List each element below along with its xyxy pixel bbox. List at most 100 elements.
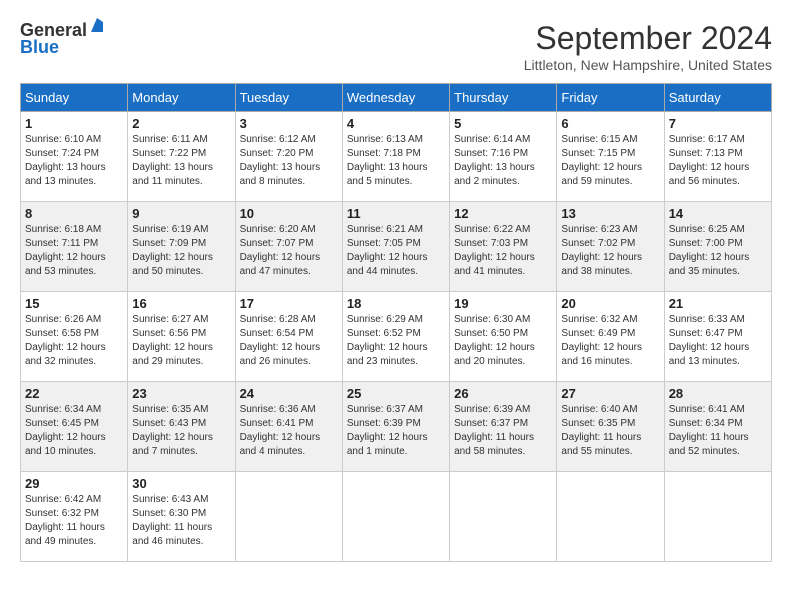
day-number: 16 (132, 296, 230, 311)
table-row: 22 Sunrise: 6:34 AMSunset: 6:45 PMDayligh… (21, 382, 128, 472)
day-number: 10 (240, 206, 338, 221)
day-number: 29 (25, 476, 123, 491)
day-number: 3 (240, 116, 338, 131)
title-area: September 2024 Littleton, New Hampshire,… (524, 20, 772, 73)
day-number: 2 (132, 116, 230, 131)
table-row: 30 Sunrise: 6:43 AMSunset: 6:30 PMDayligh… (128, 472, 235, 562)
table-row: 5 Sunrise: 6:14 AMSunset: 7:16 PMDaylight… (450, 112, 557, 202)
day-number: 7 (669, 116, 767, 131)
day-info: Sunrise: 6:21 AMSunset: 7:05 PMDaylight:… (347, 223, 445, 279)
day-info: Sunrise: 6:41 AMSunset: 6:34 PMDaylight:… (669, 403, 767, 459)
day-number: 22 (25, 386, 123, 401)
day-info: Sunrise: 6:29 AMSunset: 6:52 PMDaylight:… (347, 313, 445, 369)
table-row: 24Sunrise: 6:36 AMSunset: 6:41 PMDayligh… (235, 382, 342, 472)
header-thursday: Thursday (450, 84, 557, 112)
day-info: Sunrise: 6:19 AMSunset: 7:09 PMDaylight:… (132, 223, 230, 279)
table-row: 13 Sunrise: 6:23 AMSunset: 7:02 PMDayligh… (557, 202, 664, 292)
day-info: Sunrise: 6:34 AMSunset: 6:45 PMDaylight:… (25, 403, 123, 459)
day-number: 13 (561, 206, 659, 221)
logo-blue-text: Blue (20, 37, 59, 58)
day-info: Sunrise: 6:20 AMSunset: 7:07 PMDaylight:… (240, 223, 338, 279)
table-row: 21 Sunrise: 6:33 AMSunset: 6:47 PMDayligh… (664, 292, 771, 382)
table-row: 15 Sunrise: 6:26 AMSunset: 6:58 PMDayligh… (21, 292, 128, 382)
month-title: September 2024 (524, 20, 772, 57)
day-number: 30 (132, 476, 230, 491)
day-info: Sunrise: 6:43 AMSunset: 6:30 PMDaylight:… (132, 493, 230, 549)
day-info: Sunrise: 6:11 AMSunset: 7:22 PMDaylight:… (132, 133, 230, 189)
page-header: General Blue September 2024 Littleton, N… (20, 20, 772, 73)
day-number: 14 (669, 206, 767, 221)
day-info: Sunrise: 6:30 AMSunset: 6:50 PMDaylight:… (454, 313, 552, 369)
table-row: 26 Sunrise: 6:39 AMSunset: 6:37 PMDayligh… (450, 382, 557, 472)
calendar-week-row: 29Sunrise: 6:42 AMSunset: 6:32 PMDayligh… (21, 472, 772, 562)
day-info: Sunrise: 6:22 AMSunset: 7:03 PMDaylight:… (454, 223, 552, 279)
day-info: Sunrise: 6:27 AMSunset: 6:56 PMDaylight:… (132, 313, 230, 369)
day-number: 15 (25, 296, 123, 311)
day-number: 23 (132, 386, 230, 401)
table-row: 27 Sunrise: 6:40 AMSunset: 6:35 PMDayligh… (557, 382, 664, 472)
table-row (235, 472, 342, 562)
header-monday: Monday (128, 84, 235, 112)
day-info: Sunrise: 6:26 AMSunset: 6:58 PMDaylight:… (25, 313, 123, 369)
day-number: 1 (25, 116, 123, 131)
logo: General Blue (20, 20, 105, 58)
table-row: 14 Sunrise: 6:25 AMSunset: 7:00 PMDayligh… (664, 202, 771, 292)
table-row: 23 Sunrise: 6:35 AMSunset: 6:43 PMDayligh… (128, 382, 235, 472)
table-row: 10 Sunrise: 6:20 AMSunset: 7:07 PMDayligh… (235, 202, 342, 292)
day-number: 21 (669, 296, 767, 311)
day-info: Sunrise: 6:40 AMSunset: 6:35 PMDaylight:… (561, 403, 659, 459)
day-info: Sunrise: 6:37 AMSunset: 6:39 PMDaylight:… (347, 403, 445, 459)
table-row: 16 Sunrise: 6:27 AMSunset: 6:56 PMDayligh… (128, 292, 235, 382)
table-row: 2 Sunrise: 6:11 AMSunset: 7:22 PMDaylight… (128, 112, 235, 202)
day-info: Sunrise: 6:23 AMSunset: 7:02 PMDaylight:… (561, 223, 659, 279)
table-row: 25 Sunrise: 6:37 AMSunset: 6:39 PMDayligh… (342, 382, 449, 472)
table-row: 3Sunrise: 6:12 AMSunset: 7:20 PMDaylight… (235, 112, 342, 202)
day-number: 19 (454, 296, 552, 311)
day-number: 18 (347, 296, 445, 311)
day-number: 28 (669, 386, 767, 401)
header-friday: Friday (557, 84, 664, 112)
day-number: 20 (561, 296, 659, 311)
header-sunday: Sunday (21, 84, 128, 112)
day-info: Sunrise: 6:35 AMSunset: 6:43 PMDaylight:… (132, 403, 230, 459)
header-saturday: Saturday (664, 84, 771, 112)
table-row: 29Sunrise: 6:42 AMSunset: 6:32 PMDayligh… (21, 472, 128, 562)
day-number: 4 (347, 116, 445, 131)
header-wednesday: Wednesday (342, 84, 449, 112)
day-number: 11 (347, 206, 445, 221)
table-row (664, 472, 771, 562)
table-row: 28 Sunrise: 6:41 AMSunset: 6:34 PMDayligh… (664, 382, 771, 472)
day-info: Sunrise: 6:14 AMSunset: 7:16 PMDaylight:… (454, 133, 552, 189)
day-number: 6 (561, 116, 659, 131)
day-number: 26 (454, 386, 552, 401)
day-info: Sunrise: 6:17 AMSunset: 7:13 PMDaylight:… (669, 133, 767, 189)
table-row: 11 Sunrise: 6:21 AMSunset: 7:05 PMDayligh… (342, 202, 449, 292)
calendar-week-row: 15 Sunrise: 6:26 AMSunset: 6:58 PMDayligh… (21, 292, 772, 382)
table-row: 9Sunrise: 6:19 AMSunset: 7:09 PMDaylight… (128, 202, 235, 292)
day-info: Sunrise: 6:25 AMSunset: 7:00 PMDaylight:… (669, 223, 767, 279)
day-number: 8 (25, 206, 123, 221)
day-info: Sunrise: 6:39 AMSunset: 6:37 PMDaylight:… (454, 403, 552, 459)
day-info: Sunrise: 6:28 AMSunset: 6:54 PMDaylight:… (240, 313, 338, 369)
day-number: 24 (240, 386, 338, 401)
table-row: 1Sunrise: 6:10 AMSunset: 7:24 PMDaylight… (21, 112, 128, 202)
table-row: 17 Sunrise: 6:28 AMSunset: 6:54 PMDayligh… (235, 292, 342, 382)
table-row: 19 Sunrise: 6:30 AMSunset: 6:50 PMDayligh… (450, 292, 557, 382)
table-row (450, 472, 557, 562)
calendar-week-row: 1Sunrise: 6:10 AMSunset: 7:24 PMDaylight… (21, 112, 772, 202)
table-row: 8 Sunrise: 6:18 AMSunset: 7:11 PMDaylight… (21, 202, 128, 292)
header-tuesday: Tuesday (235, 84, 342, 112)
day-number: 17 (240, 296, 338, 311)
table-row: 7 Sunrise: 6:17 AMSunset: 7:13 PMDaylight… (664, 112, 771, 202)
day-number: 5 (454, 116, 552, 131)
calendar-week-row: 8 Sunrise: 6:18 AMSunset: 7:11 PMDaylight… (21, 202, 772, 292)
day-info: Sunrise: 6:18 AMSunset: 7:11 PMDaylight:… (25, 223, 123, 279)
day-info: Sunrise: 6:33 AMSunset: 6:47 PMDaylight:… (669, 313, 767, 369)
calendar-table: Sunday Monday Tuesday Wednesday Thursday… (20, 83, 772, 562)
day-number: 27 (561, 386, 659, 401)
calendar-week-row: 22 Sunrise: 6:34 AMSunset: 6:45 PMDayligh… (21, 382, 772, 472)
logo-arrow-icon (89, 18, 105, 39)
day-number: 25 (347, 386, 445, 401)
day-info: Sunrise: 6:32 AMSunset: 6:49 PMDaylight:… (561, 313, 659, 369)
table-row (342, 472, 449, 562)
